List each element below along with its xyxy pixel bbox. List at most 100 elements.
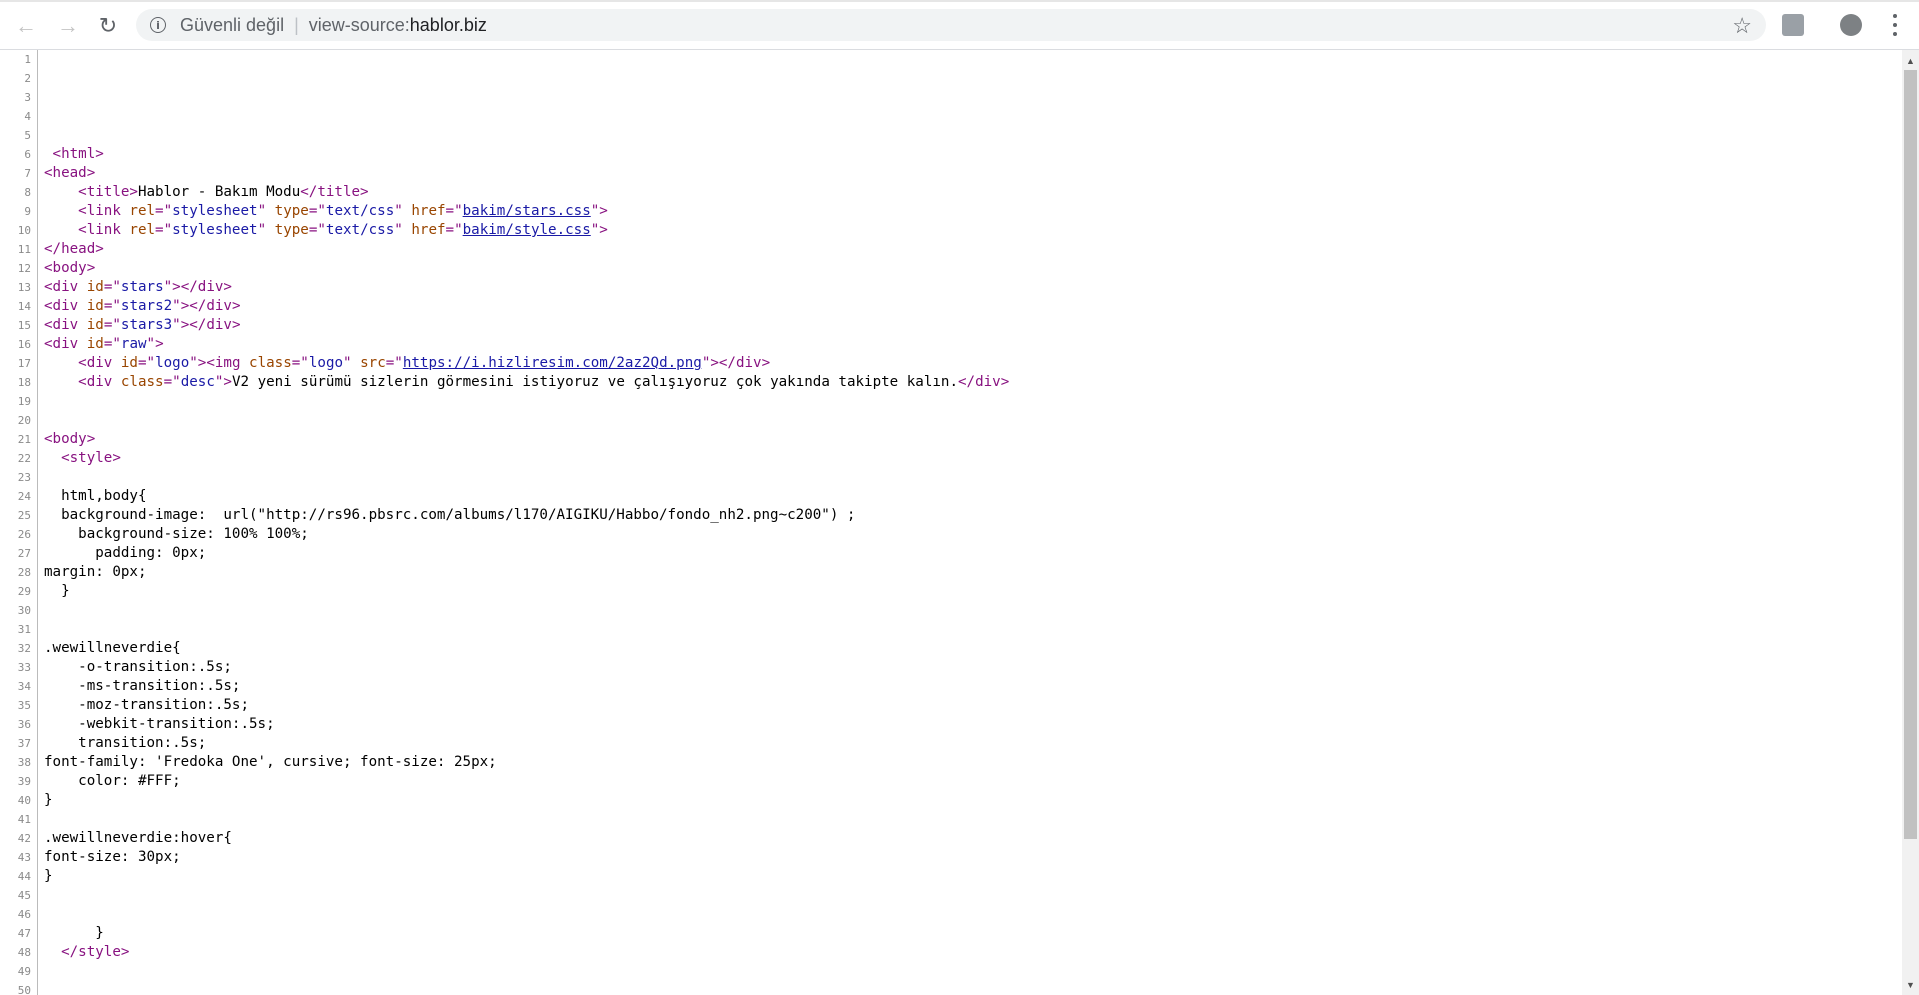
line-content: <link rel="stylesheet" type="text/css" h… [38,221,608,240]
code-token: <html> [52,146,104,162]
line-content: } [38,924,104,943]
scroll-down-icon[interactable]: ▼ [1902,976,1919,993]
line-number: 5 [0,126,38,145]
line-content: <html> [38,145,104,164]
code-token: "></div> [701,355,771,371]
security-label[interactable]: Güvenli değil [180,15,284,36]
code-token: stars2 [120,298,173,314]
line-content: <div id="stars2"></div> [38,297,241,316]
code-token: "> [590,203,608,219]
code-token: <head> [44,165,96,181]
code-token: -webkit-transition:.5s; [44,716,275,732]
code-token: </title> [300,184,369,200]
line-number: 40 [0,791,38,810]
line-content: <div class="desc">V2 yeni sürümü sizleri… [38,373,1009,392]
tab-strip-edge [0,0,1919,2]
extension-icon[interactable] [1782,14,1804,36]
star-icon[interactable]: ☆ [1732,13,1752,39]
code-token: " [343,355,361,371]
arrow-right-icon[interactable]: → [52,10,84,42]
source-line: 27 padding: 0px; [0,544,1902,563]
source-line: 32 .wewillneverdie{ [0,639,1902,658]
source-line: 34 -ms-transition:.5s; [0,677,1902,696]
line-content [38,69,44,88]
url-separator: | [294,14,299,35]
code-token: -moz-transition:.5s; [44,697,249,713]
line-number: 18 [0,373,38,392]
line-content: <body> [38,430,95,449]
line-content: <style> [38,449,121,468]
arrow-left-icon[interactable]: ← [10,10,42,42]
line-number: 1 [0,50,38,69]
code-token: <body> [44,260,96,276]
source-line: 26 background-size: 100% 100%; [0,525,1902,544]
source-line: 9 <link rel="stylesheet" type="text/css"… [0,202,1902,221]
code-token: =" [385,355,403,371]
source-view: 123456 <html> 7 <head> 8 <title>Hablor - Ba… [0,50,1902,995]
line-number: 10 [0,221,38,240]
source-line: 1 [0,50,1902,69]
source-line: 20 [0,411,1902,430]
code-token: } [44,925,104,941]
source-link[interactable]: bakim/style.css [463,222,591,238]
line-content [38,981,44,995]
source-line: 16 <div id="raw"> [0,335,1902,354]
code-token: text/css [325,222,395,238]
code-token: href [411,203,446,219]
line-number: 4 [0,107,38,126]
scrollbar-thumb[interactable] [1904,70,1917,839]
code-token: =" [445,222,463,238]
code-token: rel [129,222,156,238]
line-content: } [38,791,53,810]
code-token: stars [120,279,164,295]
source-link[interactable]: https://i.hizliresim.com/2az2Qd.png [403,355,702,371]
line-number: 42 [0,829,38,848]
code-token: <div [44,336,87,352]
line-number: 19 [0,392,38,411]
code-token: } [44,868,53,884]
line-content [38,905,44,924]
kebab-menu-icon[interactable] [1887,12,1903,38]
vertical-scrollbar[interactable]: ▲ ▼ [1902,50,1919,995]
address-bar[interactable]: i Güvenli değil | view-source: hablor.biz… [136,9,1766,41]
code-token: .wewillneverdie{ [44,640,181,656]
code-token: =" [163,374,181,390]
code-token: background-image: url("http://rs96.pbsrc… [44,507,856,523]
url-scheme[interactable]: view-source: [309,15,410,36]
code-token: class [249,355,292,371]
code-token: <body> [44,431,96,447]
line-content: <head> [38,164,95,183]
code-token: =" [137,355,156,371]
line-number: 45 [0,886,38,905]
line-content: .wewillneverdie{ [38,639,181,658]
info-icon[interactable]: i [150,17,166,33]
source-line: 49 [0,962,1902,981]
source-line: 14 <div id="stars2"></div> [0,297,1902,316]
code-token: html,body{ [44,488,147,504]
reload-icon[interactable]: ↻ [92,10,124,42]
source-line: 17 <div id="logo"><img class="logo" src=… [0,354,1902,373]
line-number: 44 [0,867,38,886]
code-token: "> [146,336,164,352]
code-token: =" [445,203,463,219]
code-token: "> [590,222,608,238]
line-content: <div id="stars3"></div> [38,316,241,335]
source-link[interactable]: bakim/stars.css [463,203,591,219]
code-token: "></div> [172,317,241,333]
scroll-up-icon[interactable]: ▲ [1902,52,1919,69]
code-token: <title> [78,184,138,200]
url-host[interactable]: hablor.biz [410,15,487,36]
source-line: 7 <head> [0,164,1902,183]
line-number: 13 [0,278,38,297]
line-number: 31 [0,620,38,639]
code-token: stylesheet [172,203,258,219]
code-token: stars3 [120,317,173,333]
profile-icon[interactable] [1840,14,1862,36]
line-number: 12 [0,259,38,278]
code-token: " [394,203,412,219]
